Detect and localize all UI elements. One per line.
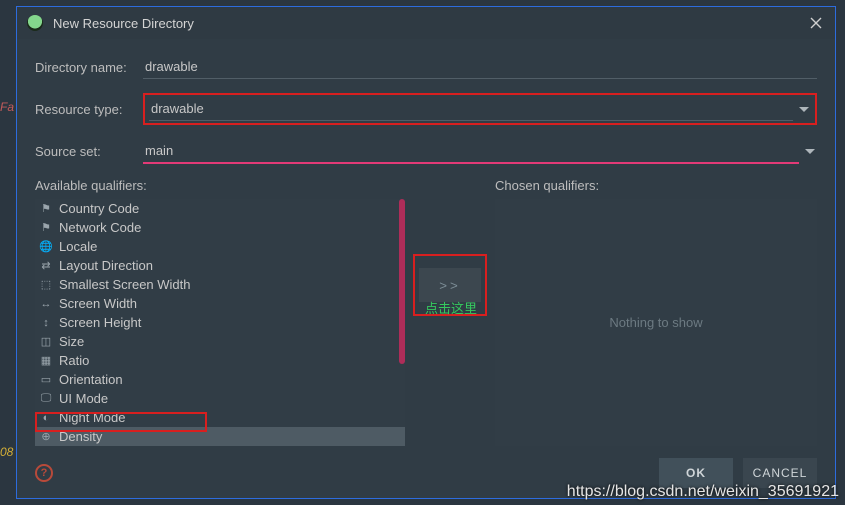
list-item[interactable]: ⚑ Country Code — [35, 199, 405, 218]
android-studio-icon — [27, 15, 43, 31]
list-item[interactable]: ▦ Ratio — [35, 351, 405, 370]
list-item-label: Screen Width — [59, 296, 137, 311]
form: Directory name: Resource type: Source se… — [17, 39, 835, 164]
titlebar: New Resource Directory — [17, 7, 835, 39]
help-icon[interactable]: ? — [35, 464, 53, 482]
orientation-icon: ▭ — [39, 373, 53, 387]
resource-type-select[interactable] — [149, 97, 811, 121]
source-set-value[interactable] — [143, 139, 799, 164]
available-qualifiers-header: Available qualifiers: — [35, 178, 405, 193]
list-item-label: Screen Height — [59, 315, 141, 330]
chosen-qualifiers-header: Chosen qualifiers: — [495, 178, 817, 193]
chevron-down-icon — [799, 107, 809, 112]
ok-button[interactable]: OK — [659, 458, 733, 488]
row-source-set: Source set: — [35, 139, 817, 164]
smallest-width-icon: ⬚ — [39, 278, 53, 292]
list-item-label: Layout Direction — [59, 258, 153, 273]
directory-name-label: Directory name: — [35, 60, 143, 75]
footer: ? OK CANCEL — [35, 458, 817, 488]
list-item[interactable]: ◫ Size — [35, 332, 405, 351]
resource-type-label: Resource type: — [35, 102, 143, 117]
dialog-title: New Resource Directory — [53, 16, 807, 31]
list-item-label: Country Code — [59, 201, 139, 216]
list-item[interactable]: ⚑ Network Code — [35, 218, 405, 237]
list-item[interactable]: ⬚ Smallest Screen Width — [35, 275, 405, 294]
ratio-icon: ▦ — [39, 354, 53, 368]
list-item[interactable]: ⇄ Layout Direction — [35, 256, 405, 275]
network-code-icon: ⚑ — [39, 221, 53, 235]
available-qualifiers-list[interactable]: ⚑ Country Code ⚑ Network Code 🌐 Locale ⇄ Layout… — [35, 199, 405, 446]
nothing-to-show: Nothing to show — [609, 315, 702, 330]
ui-mode-icon: 🖵 — [39, 392, 53, 406]
country-code-icon: ⚑ — [39, 202, 53, 216]
list-item[interactable]: 🌐 Locale — [35, 237, 405, 256]
list-item-label: Orientation — [59, 372, 123, 387]
list-item-label: UI Mode — [59, 391, 108, 406]
locale-icon: 🌐 — [39, 240, 53, 254]
list-item[interactable]: 🖵 UI Mode — [35, 389, 405, 408]
layout-direction-icon: ⇄ — [39, 259, 53, 273]
screen-height-icon: ↕ — [39, 316, 53, 330]
side-text: Fa — [0, 100, 14, 114]
list-item-label: Size — [59, 334, 84, 349]
row-directory-name: Directory name: — [35, 55, 817, 79]
qualifiers-area: Available qualifiers: ⚑ Country Code ⚑ Netw… — [35, 178, 817, 446]
chosen-qualifiers-box: Nothing to show — [495, 199, 817, 446]
resource-type-value[interactable] — [149, 97, 793, 121]
close-icon[interactable] — [807, 14, 825, 32]
directory-name-input[interactable] — [143, 55, 817, 79]
cancel-button[interactable]: CANCEL — [743, 458, 817, 488]
source-set-select[interactable] — [143, 139, 817, 164]
list-item-label: Locale — [59, 239, 97, 254]
density-highlight — [35, 412, 207, 432]
list-item[interactable]: ↕ Screen Height — [35, 313, 405, 332]
source-set-label: Source set: — [35, 144, 143, 159]
click-hint: 点击这里 — [425, 298, 477, 317]
size-icon: ◫ — [39, 335, 53, 349]
list-item-label: Smallest Screen Width — [59, 277, 191, 292]
screen-width-icon: ↔ — [39, 297, 53, 311]
list-item[interactable]: ▭ Orientation — [35, 370, 405, 389]
side-text: 08 — [0, 445, 13, 459]
row-resource-type: Resource type: — [35, 93, 817, 125]
list-item[interactable]: ↔ Screen Width — [35, 294, 405, 313]
chevron-down-icon — [805, 149, 815, 154]
dialog-window: New Resource Directory Directory name: R… — [16, 6, 836, 499]
list-item-label: Network Code — [59, 220, 141, 235]
list-item-label: Ratio — [59, 353, 89, 368]
